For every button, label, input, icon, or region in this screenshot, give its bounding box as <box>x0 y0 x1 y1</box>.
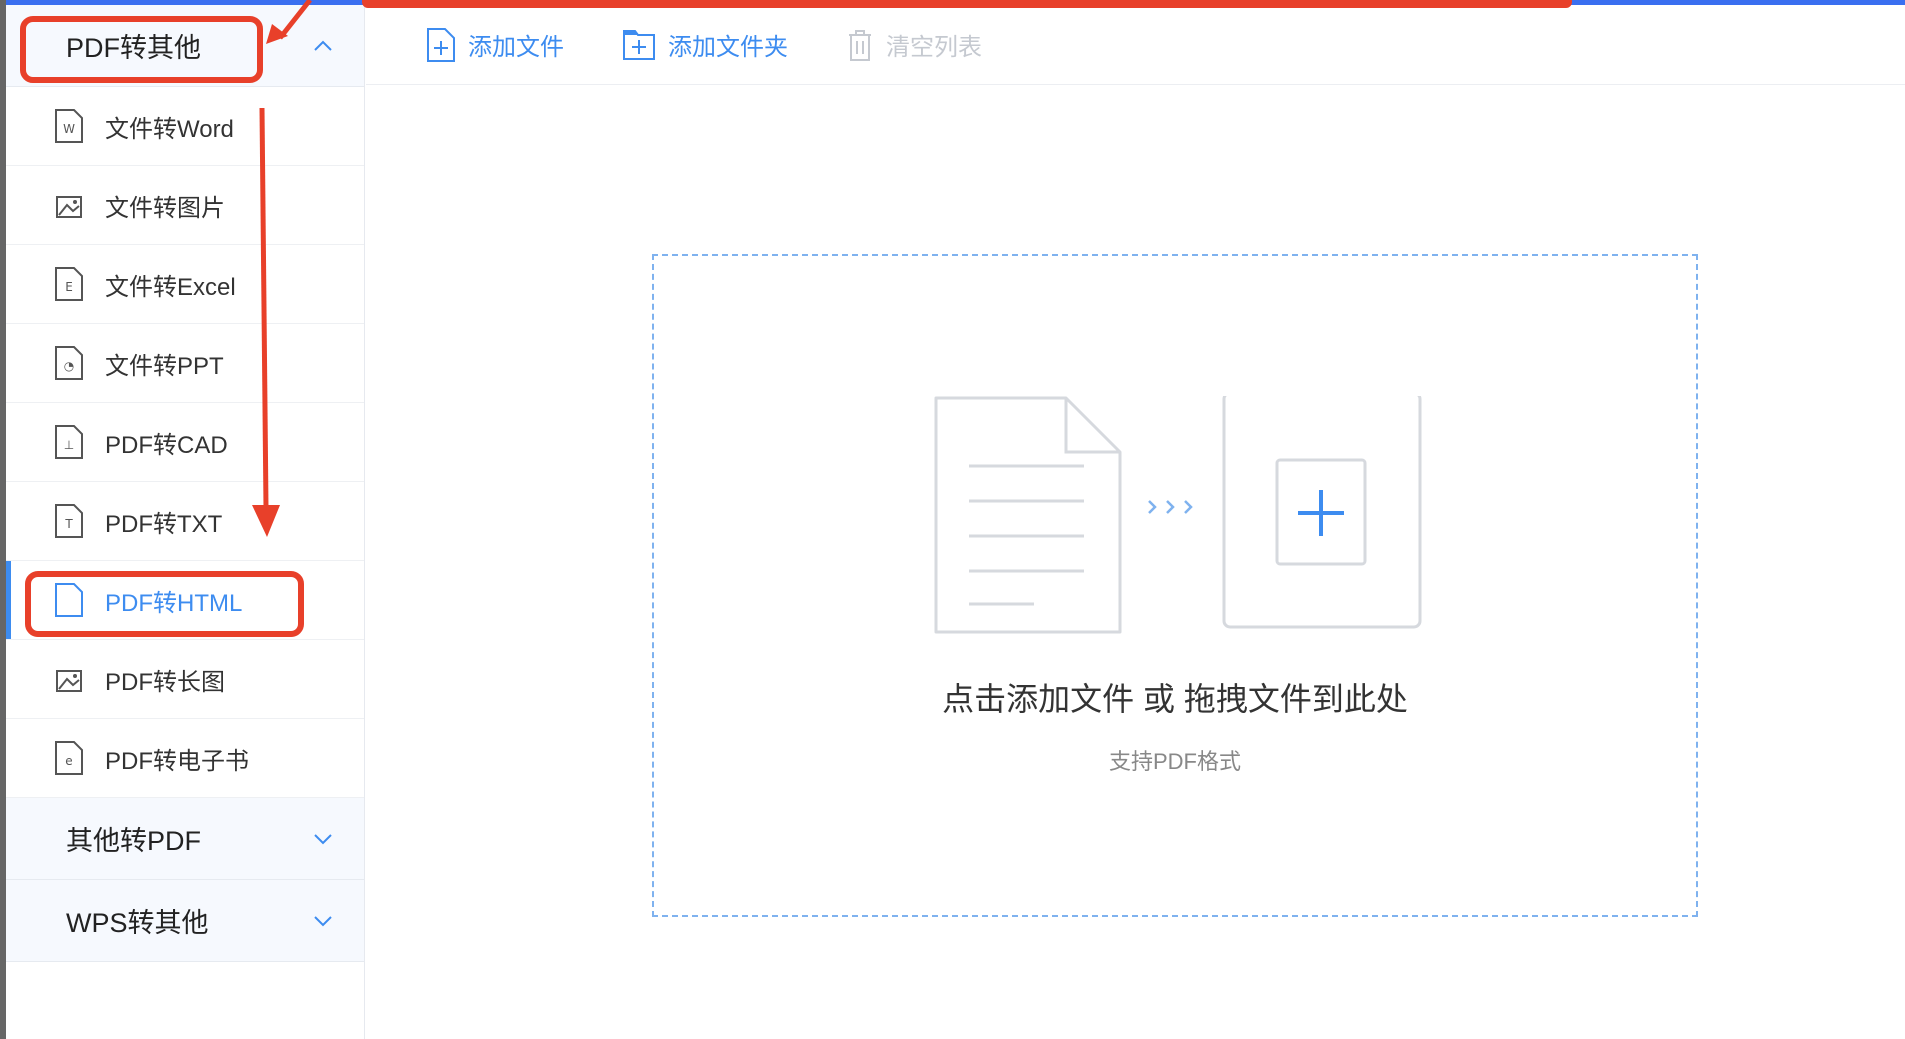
sidebar-item-label: PDF转HTML <box>105 589 243 617</box>
sidebar-item[interactable]: e PDF转电子书 <box>6 719 364 798</box>
long-image-icon <box>56 670 82 692</box>
chevron-down-icon <box>314 833 332 844</box>
cad-file-icon: ⊥ <box>55 425 83 459</box>
svg-text:T: T <box>64 517 73 531</box>
add-file-label: 添加文件 <box>468 34 564 61</box>
group-wps-to-other[interactable]: WPS转其他 <box>6 880 364 962</box>
svg-text:⊥: ⊥ <box>64 438 74 452</box>
group-pdf-to-other[interactable]: PDF转其他 <box>6 5 364 87</box>
ppt-file-icon: ◔ <box>55 346 83 380</box>
file-drop-zone[interactable]: 点击添加文件 或 拖拽文件到此处 支持PDF格式 <box>652 254 1698 917</box>
supported-formats: 支持PDF格式 <box>1108 749 1241 774</box>
svg-text:◔: ◔ <box>64 359 74 373</box>
add-folder-label: 添加文件夹 <box>668 34 788 61</box>
chevron-up-icon <box>314 40 332 51</box>
svg-text:W: W <box>63 122 75 136</box>
sidebar-item[interactable]: ⊥ PDF转CAD <box>6 403 364 482</box>
annotation-highlight <box>362 0 1572 8</box>
sidebar-item[interactable]: 文件转图片 <box>6 166 364 245</box>
sidebar-item[interactable]: T PDF转TXT <box>6 482 364 561</box>
clear-list-button[interactable]: 清空列表 <box>846 27 982 62</box>
group-label: PDF转其他 <box>66 33 201 63</box>
group-label: 其他转PDF <box>66 826 201 856</box>
drop-illustration-icon <box>934 396 1422 634</box>
sidebar-item-label: 文件转Excel <box>105 273 236 301</box>
add-file-icon <box>427 27 455 62</box>
group-label: WPS转其他 <box>66 908 209 938</box>
sidebar-item-label: PDF转CAD <box>105 431 228 459</box>
svg-text:E: E <box>65 280 73 294</box>
svg-text:e: e <box>65 754 72 768</box>
html-file-icon <box>55 583 83 617</box>
excel-file-icon: E <box>55 267 83 301</box>
chevron-down-icon <box>314 915 332 926</box>
sidebar-item-label: PDF转电子书 <box>105 747 249 775</box>
sidebar-item-label: PDF转长图 <box>105 668 225 696</box>
sidebar-item[interactable]: E 文件转Excel <box>6 245 364 324</box>
add-folder-button[interactable]: 添加文件夹 <box>622 27 788 62</box>
sidebar-item-label: PDF转TXT <box>105 510 223 538</box>
txt-file-icon: T <box>55 504 83 538</box>
drop-hint: 点击添加文件 或 拖拽文件到此处 <box>942 681 1408 717</box>
ebook-file-icon: e <box>55 741 83 775</box>
add-folder-icon <box>623 29 655 60</box>
add-file-button[interactable]: 添加文件 <box>426 27 564 63</box>
clear-list-label: 清空列表 <box>886 34 982 61</box>
sidebar-item-label: 文件转Word <box>105 115 234 143</box>
sidebar: PDF转其他 W 文件转Word 文件转图片 E 文件转Excel ◔ 文件转PPT ⊥ PDF… <box>6 5 365 1039</box>
word-file-icon: W <box>55 109 83 143</box>
sidebar-item[interactable]: PDF转长图 <box>6 640 364 719</box>
group-other-to-pdf[interactable]: 其他转PDF <box>6 798 364 880</box>
sidebar-item[interactable]: PDF转HTML <box>6 561 364 640</box>
sidebar-item-label: 文件转PPT <box>105 352 224 380</box>
sidebar-item-label: 文件转图片 <box>105 194 225 222</box>
toolbar: 添加文件 添加文件夹 清空列表 <box>366 5 1905 85</box>
sidebar-item[interactable]: ◔ 文件转PPT <box>6 324 364 403</box>
trash-icon <box>849 29 871 61</box>
sidebar-item[interactable]: W 文件转Word <box>6 87 364 166</box>
image-file-icon <box>56 196 82 218</box>
